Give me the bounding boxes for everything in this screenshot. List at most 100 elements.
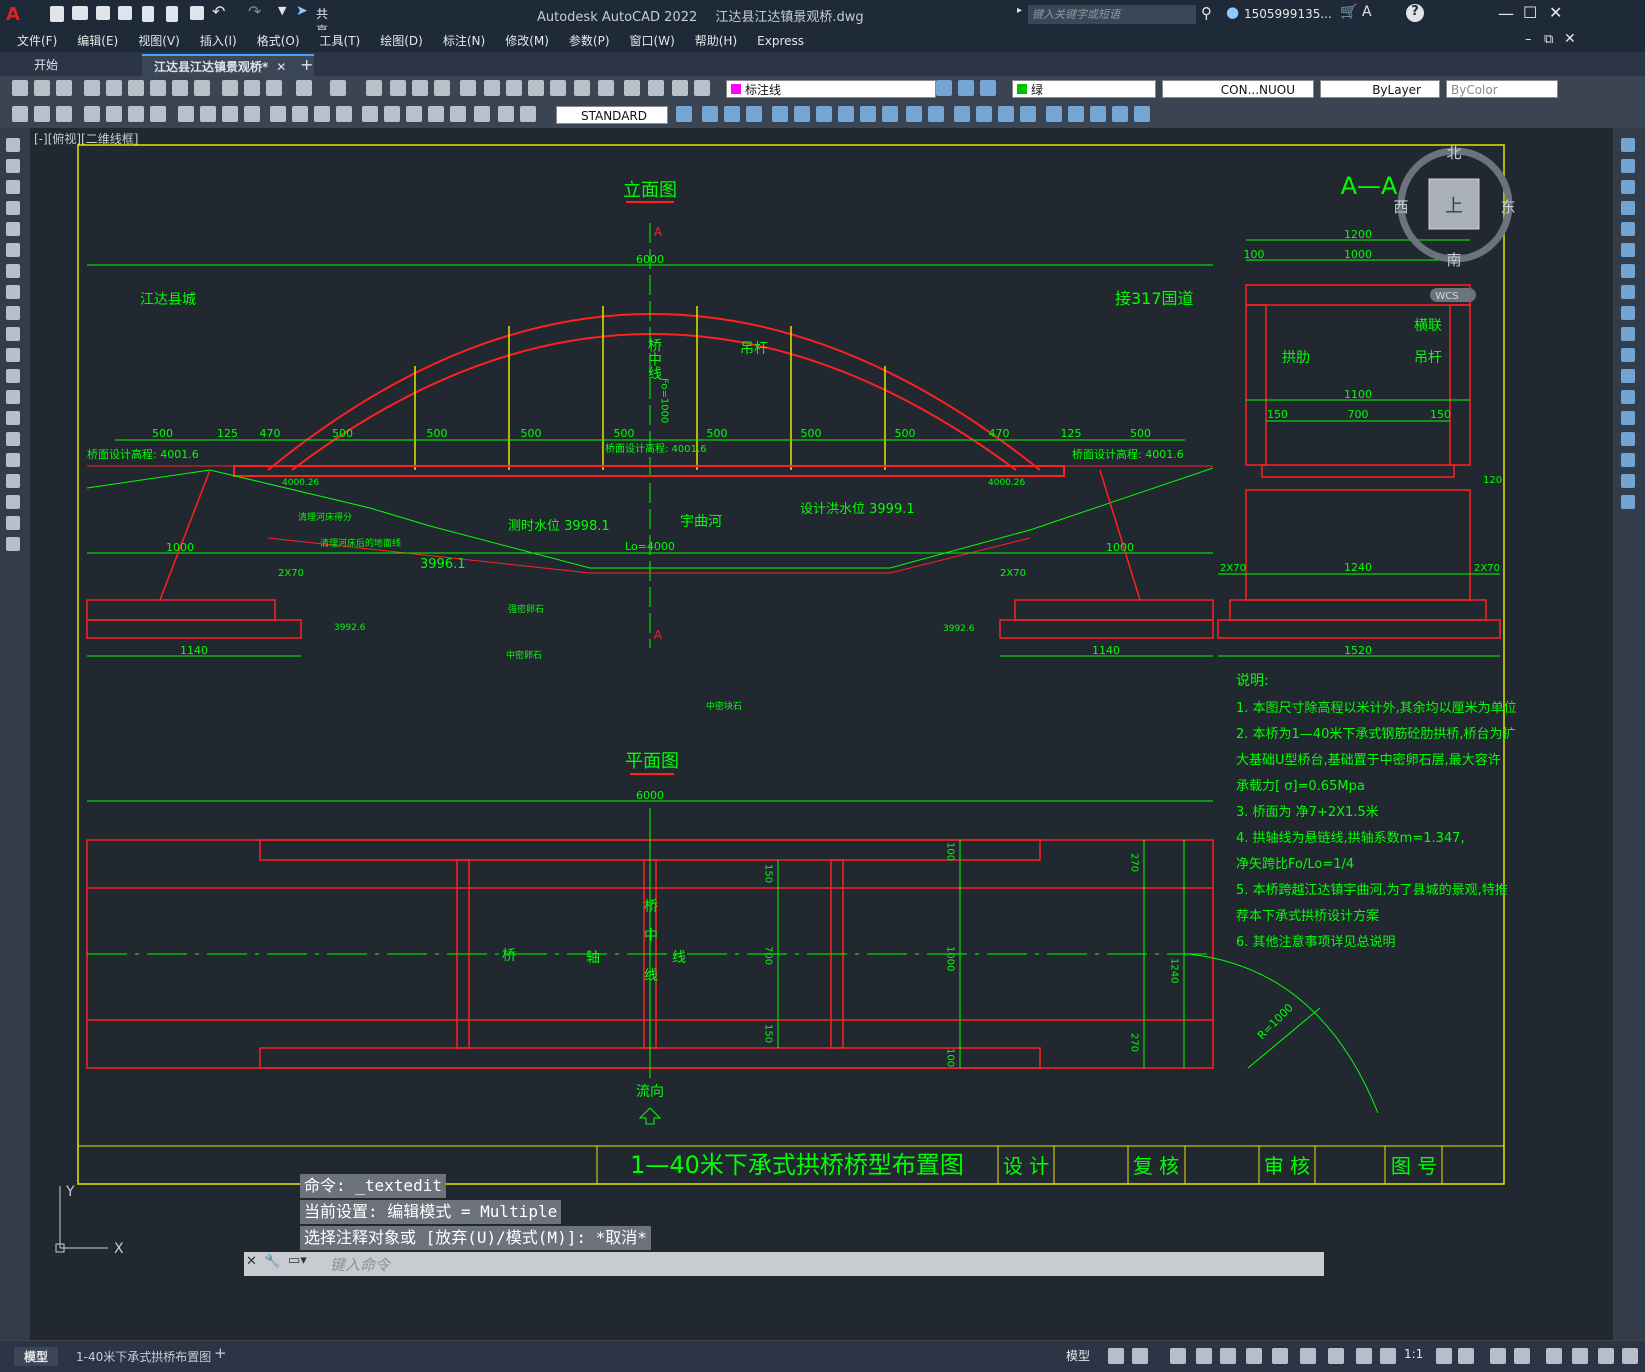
- modify-tool-icon[interactable]: [1020, 106, 1036, 122]
- autodesk-app-icon[interactable]: A: [1362, 4, 1372, 20]
- toolbar-tool-icon[interactable]: [266, 80, 282, 96]
- plan-dim-100-top[interactable]: 100: [945, 842, 956, 861]
- color-combo[interactable]: 绿: [1012, 80, 1156, 98]
- draw-tool-icon[interactable]: [6, 264, 20, 278]
- cleared-label[interactable]: 清理河床得分: [298, 511, 352, 523]
- note-line[interactable]: 大基础U型桥台,基础置于中密卵石层,最大容许: [1236, 752, 1501, 768]
- annotation-scale[interactable]: 1:1: [1404, 1347, 1423, 1361]
- dimension-tool-icon[interactable]: [178, 106, 194, 122]
- modify-side-icon[interactable]: [1621, 180, 1635, 194]
- title-block-approve[interactable]: 审 核: [1264, 1154, 1310, 1178]
- draw-tool-icon[interactable]: [6, 180, 20, 194]
- modify-tool-icon[interactable]: [838, 106, 854, 122]
- modify-side-icon[interactable]: [1621, 495, 1635, 509]
- modify-tool-icon[interactable]: [1090, 106, 1106, 122]
- plan-center-label-1[interactable]: 桥: [644, 899, 658, 915]
- radius-label[interactable]: R=1000: [1255, 1001, 1296, 1042]
- stone2-label[interactable]: 中密卵石: [506, 649, 542, 661]
- modify-tool-icon[interactable]: [772, 106, 788, 122]
- plan-dim-150-bottom[interactable]: 150: [763, 1024, 774, 1043]
- menu-item[interactable]: 工具(T): [310, 30, 371, 52]
- note-line[interactable]: 2. 本桥为1—40米下承式钢筋砼肋拱桥,桥台为扩: [1236, 726, 1515, 742]
- section-rib-label[interactable]: 拱肋: [1282, 350, 1310, 366]
- status-toggle-icon[interactable]: [1598, 1348, 1614, 1364]
- layer-tool-icon[interactable]: [958, 80, 974, 96]
- modify-tool-icon[interactable]: [976, 106, 992, 122]
- flow-label[interactable]: 流向: [636, 1084, 664, 1100]
- note-line[interactable]: 4. 拱轴线为悬链线,拱轴系数m=1.347,: [1236, 831, 1465, 846]
- dimension-tool-icon[interactable]: [362, 106, 378, 122]
- status-toggle-icon[interactable]: [1132, 1348, 1148, 1364]
- modify-tool-icon[interactable]: [906, 106, 922, 122]
- toolbar-tool-icon[interactable]: [672, 80, 688, 96]
- section-dim-1520[interactable]: 1520: [1344, 644, 1372, 657]
- minimize-icon[interactable]: —: [1498, 4, 1514, 23]
- draw-tool-icon[interactable]: [6, 390, 20, 404]
- status-toggle-icon[interactable]: [1356, 1348, 1372, 1364]
- draw-tool-icon[interactable]: [6, 159, 20, 173]
- status-toggle-icon[interactable]: [1514, 1348, 1530, 1364]
- section-dim-1000[interactable]: 1000: [1344, 248, 1372, 261]
- dimension-tool-icon[interactable]: [56, 106, 72, 122]
- toolbar-tool-icon[interactable]: [460, 80, 476, 96]
- toolbar-tool-icon[interactable]: [484, 80, 500, 96]
- plan-dim-270-top[interactable]: 270: [1129, 853, 1140, 872]
- plan-dim-1000[interactable]: 1000: [945, 946, 956, 971]
- modify-tool-icon[interactable]: [1068, 106, 1084, 122]
- cart-icon[interactable]: 🛒: [1340, 4, 1357, 20]
- span-dim[interactable]: 500: [427, 427, 448, 440]
- span-dim[interactable]: 500: [895, 427, 916, 440]
- draw-tool-icon[interactable]: [6, 537, 20, 551]
- status-toggle-icon[interactable]: [1170, 1348, 1186, 1364]
- modify-side-icon[interactable]: [1621, 348, 1635, 362]
- status-toggle-icon[interactable]: [1436, 1348, 1452, 1364]
- note-line[interactable]: 净矢跨比Fo/Lo=1/4: [1236, 857, 1354, 872]
- add-layout-icon[interactable]: +: [214, 1344, 227, 1362]
- hanger-label[interactable]: 吊杆: [740, 341, 768, 357]
- dimension-tool-icon[interactable]: [34, 106, 50, 122]
- status-toggle-icon[interactable]: [1220, 1348, 1236, 1364]
- fo-label[interactable]: Fo=1000: [659, 378, 670, 423]
- modify-side-icon[interactable]: [1621, 453, 1635, 467]
- close-icon[interactable]: ✕: [1549, 3, 1562, 22]
- elevation-title[interactable]: 立面图: [623, 180, 677, 201]
- section-dim-100[interactable]: 100: [1244, 248, 1265, 261]
- command-settings-icon[interactable]: 🔧: [264, 1254, 280, 1269]
- modify-side-icon[interactable]: [1621, 201, 1635, 215]
- dimension-tool-icon[interactable]: [200, 106, 216, 122]
- menu-item[interactable]: Express: [747, 30, 814, 52]
- menu-item[interactable]: 视图(V): [128, 30, 190, 52]
- dimension-tool-icon[interactable]: [128, 106, 144, 122]
- modify-tool-icon[interactable]: [1112, 106, 1128, 122]
- layout-tab-layout[interactable]: 1-40米下承式拱桥布置图: [70, 1347, 217, 1366]
- toolbar-tool-icon[interactable]: [56, 80, 72, 96]
- draw-tool-icon[interactable]: [6, 516, 20, 530]
- right-place-label[interactable]: 接317国道: [1115, 289, 1194, 308]
- bridge-center-label[interactable]: 桥中线: [646, 338, 662, 380]
- dimension-tool-icon[interactable]: [292, 106, 308, 122]
- lo-label[interactable]: Lo=4000: [625, 540, 675, 553]
- dimension-tool-icon[interactable]: [474, 106, 490, 122]
- search-input[interactable]: 键入关键字或短语: [1028, 5, 1196, 24]
- dimension-tool-icon[interactable]: [520, 106, 536, 122]
- modify-side-icon[interactable]: [1621, 390, 1635, 404]
- section-dim-2x70-left[interactable]: 2X70: [1220, 563, 1246, 574]
- customize-qat-icon[interactable]: ▼: [278, 4, 286, 17]
- toolbar-tool-icon[interactable]: [194, 80, 210, 96]
- new-icon[interactable]: [50, 6, 64, 22]
- toolbar-tool-icon[interactable]: [412, 80, 428, 96]
- draw-tool-icon[interactable]: [6, 201, 20, 215]
- span-dim[interactable]: 125: [1061, 427, 1082, 440]
- dim-1140-right[interactable]: 1140: [1092, 644, 1120, 657]
- toolbar-tool-icon[interactable]: [106, 80, 122, 96]
- toolbar-tool-icon[interactable]: [506, 80, 522, 96]
- span-dim[interactable]: 500: [707, 427, 728, 440]
- search-expand-icon[interactable]: ▸: [1017, 5, 1027, 16]
- model-space-button[interactable]: 模型: [1066, 1347, 1090, 1364]
- toolbar-tool-icon[interactable]: [296, 80, 312, 96]
- modify-side-icon[interactable]: [1621, 432, 1635, 446]
- plan-dim-150-top[interactable]: 150: [763, 864, 774, 883]
- plan-dim-270-bottom[interactable]: 270: [1129, 1033, 1140, 1052]
- lineweight-combo[interactable]: ByLayer: [1320, 80, 1440, 98]
- after-label[interactable]: 清理河床后的地面线: [320, 537, 401, 549]
